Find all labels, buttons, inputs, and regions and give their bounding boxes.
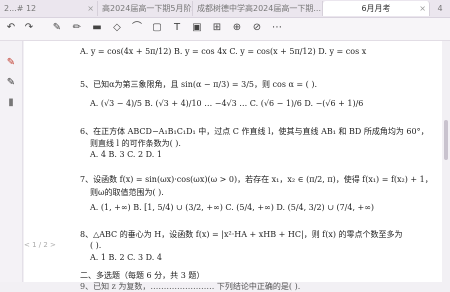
q8-text: 8、△ABC 的垂心为 H，设函数 f(x) = |x²·HA + xHB + … xyxy=(80,230,403,239)
tab-2[interactable]: 高2024届高一下期5月阶段性考试... xyxy=(98,1,193,16)
q6-text-2: 则直线 l 的可作条数为( ). xyxy=(90,139,181,148)
text-icon[interactable]: T xyxy=(170,21,184,35)
eraser-icon[interactable]: ◇ xyxy=(110,21,124,35)
q6-options: A. 4 B. 3 C. 2 D. 1 xyxy=(90,150,162,159)
zoom-icon[interactable]: ⊕ xyxy=(230,21,244,35)
q4-options: A. y = cos(4x + 5π/12) B. y = cos 4x C. … xyxy=(80,47,367,56)
q5-options: A. (√3 − 4)/5 B. (√3 + 4)/10 … −4√3 … C.… xyxy=(90,99,364,108)
tab-2-label: 高2024届高一下期5月阶段性考试... xyxy=(102,4,192,13)
q5-text: 5、已知α为第三象限角，且 sin(α − π/3) = 3/5，则 cos α… xyxy=(80,80,317,89)
link-icon[interactable]: ⊘ xyxy=(250,21,264,35)
tab-count[interactable]: 4 xyxy=(430,1,450,16)
pen-sidebar: ✎ ✎ ▮ xyxy=(0,41,23,282)
scrollbar[interactable] xyxy=(444,120,448,160)
q7-options: A. (1, +∞) B. [1, 5/4) ∪ (3/2, +∞) C. (5… xyxy=(90,203,375,212)
ruler-icon[interactable]: ⊞ xyxy=(210,21,224,35)
more-icon[interactable]: ⋯ xyxy=(270,21,284,35)
pen-dark-icon[interactable]: ✎ xyxy=(4,75,18,91)
tab-bar: 2...# 12 × 高2024届高一下期5月阶段性考试... 成都树德中学高20… xyxy=(0,0,450,18)
lasso-icon[interactable]: ⌒ xyxy=(130,21,144,35)
q7-text: 7、设函数 f(x) = sin(ωx)·cos(ωx)(ω > 0)，若存在 … xyxy=(80,175,433,184)
highlighter-icon[interactable]: ▬ xyxy=(90,21,104,35)
pen-icon[interactable]: ✎ xyxy=(50,21,64,35)
q6-text: 6、在正方体 ABCD−A₁B₁C₁D₁ 中，过点 C 作直线 l，使其与直线 … xyxy=(80,127,429,136)
tab-count-label: 4 xyxy=(437,4,443,13)
redo-icon[interactable]: ↷ xyxy=(22,21,36,35)
pen-gray-icon[interactable]: ▮ xyxy=(4,95,18,111)
close-icon[interactable]: × xyxy=(87,1,94,16)
tab-4-label: 6月月考 xyxy=(361,4,391,13)
q8-text-2: ( ). xyxy=(90,241,102,250)
q7-text-2: 则ω的取值范围为( ). xyxy=(90,188,164,197)
toolbar: ↶ ↷ ✎ ✏ ▬ ◇ ⌒ ▢ T ▣ ⊞ ⊕ ⊘ ⋯ xyxy=(0,18,450,41)
section-heading: 二、多选题（每题 6 分，共 3 题） xyxy=(80,271,205,280)
tab-3-label: 成都树德中学高2024届高一下期... xyxy=(197,4,321,13)
document-page: A. y = cos(4x + 5π/12) B. y = cos 4x C. … xyxy=(24,41,442,291)
page-indicator[interactable]: < 1 / 2 > xyxy=(24,241,56,249)
close-icon[interactable]: × xyxy=(419,1,426,16)
q8-options: A. 1 B. 2 C. 3 D. 4 xyxy=(90,253,162,262)
tab-3[interactable]: 成都树德中学高2024届高一下期... xyxy=(193,1,323,16)
tab-1-label: 2...# 12 xyxy=(4,4,37,13)
image-icon[interactable]: ▣ xyxy=(190,21,204,35)
shape-icon[interactable]: ▢ xyxy=(150,21,164,35)
tab-4-active[interactable]: 6月月考 × xyxy=(323,1,430,16)
pencil-icon[interactable]: ✏ xyxy=(70,21,84,35)
tab-1[interactable]: 2...# 12 × xyxy=(0,1,98,16)
pen-red-icon[interactable]: ✎ xyxy=(4,55,18,71)
q9-text: 9、已知 z 为复数，…………………… 下列结论中正确的是( ). xyxy=(80,282,301,291)
undo-icon[interactable]: ↶ xyxy=(4,21,18,35)
